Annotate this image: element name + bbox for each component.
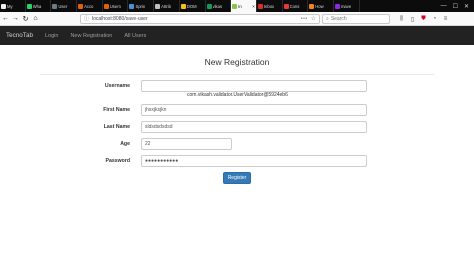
- tab-title: How: [315, 3, 324, 9]
- browser-tab[interactable]: Acco: [77, 0, 103, 12]
- tab-title: DOM: [186, 3, 197, 9]
- brand-logo[interactable]: TecnoTab: [6, 32, 33, 39]
- maximize-icon[interactable]: ☐: [453, 3, 458, 10]
- tab-favicon-icon: [26, 3, 32, 9]
- tab-title: Attrib: [161, 3, 171, 9]
- browser-tab[interactable]: Wha: [26, 0, 52, 12]
- minimize-icon[interactable]: —: [441, 3, 447, 9]
- tab-favicon-icon: [283, 3, 289, 9]
- tab-favicon-icon: [1, 3, 6, 9]
- close-window-icon[interactable]: ✕: [464, 3, 469, 10]
- reload-icon[interactable]: ↻: [21, 15, 30, 23]
- tab-title: Sprin: [135, 3, 146, 9]
- browser-tab[interactable]: Inbox: [257, 0, 283, 12]
- password-field[interactable]: [141, 155, 367, 167]
- browser-tab[interactable]: User: [51, 0, 78, 12]
- first-name-field[interactable]: [141, 104, 367, 116]
- tab-favicon-icon: [232, 3, 238, 9]
- tab-favicon-icon: [103, 3, 109, 9]
- tab-active[interactable]: In ×: [231, 0, 257, 12]
- browser-tab-strip: My Wha User Acco Usern Sprin Attrib DOM vikas In ×…: [0, 0, 474, 12]
- browser-tab[interactable]: Sprin: [128, 0, 155, 12]
- nav-link-new-registration[interactable]: New Registration: [70, 33, 112, 39]
- sidebar-icon[interactable]: ▯: [409, 16, 416, 23]
- username-field[interactable]: [141, 80, 367, 92]
- tab-close-icon[interactable]: ×: [252, 4, 255, 9]
- browser-tab[interactable]: DOM: [180, 0, 206, 12]
- title-divider: [40, 74, 434, 75]
- tab-title: vikas: [212, 3, 223, 9]
- app-navbar: TecnoTab Login New Registration All User…: [0, 26, 474, 45]
- toolbar-icons: ⫼ ▯ ⛊ ◔ ≡: [398, 12, 449, 26]
- bookmark-star-icon[interactable]: ☆: [311, 15, 316, 22]
- window-controls: — ☐ ✕: [436, 0, 474, 12]
- validation-error-message: com.vikash.validator.UserValidator@5924e…: [187, 92, 288, 98]
- tab-favicon-icon: [78, 3, 84, 9]
- tab-title: Cons: [289, 3, 300, 9]
- tab-favicon-icon: [309, 3, 315, 9]
- tab-title: Usern: [109, 3, 121, 9]
- tab-title: Wha: [32, 3, 42, 9]
- age-field[interactable]: [141, 138, 232, 150]
- browser-toolbar: ← → ↻ ⌂ ⓘ localhost:8080/save-user ••• ☆…: [0, 12, 474, 26]
- info-icon[interactable]: ⓘ: [84, 15, 89, 22]
- age-label: Age: [120, 141, 130, 147]
- extension-icon[interactable]: ◔: [431, 16, 438, 22]
- tab-favicon-icon: [257, 3, 263, 9]
- first-name-label: First Name: [103, 107, 130, 113]
- last-name-field[interactable]: [141, 121, 367, 133]
- password-label: Password: [105, 158, 130, 164]
- tab-favicon-icon: [129, 3, 135, 9]
- browser-tab[interactable]: mave: [334, 0, 360, 12]
- tab-title: User: [58, 3, 68, 9]
- library-icon[interactable]: ⫼: [398, 16, 405, 23]
- tab-title: Acco: [84, 3, 94, 9]
- tab-title: In: [238, 3, 242, 9]
- page-title: New Registration: [204, 57, 270, 67]
- page-actions-icon[interactable]: •••: [301, 16, 308, 22]
- browser-tab[interactable]: Cons: [283, 0, 309, 12]
- nav-link-login[interactable]: Login: [45, 33, 58, 39]
- tab-favicon-icon: [52, 3, 58, 9]
- search-input[interactable]: [330, 15, 381, 22]
- tab-title: My: [7, 3, 13, 9]
- search-box[interactable]: ⌕: [322, 13, 390, 24]
- browser-tab[interactable]: Usern: [103, 0, 129, 12]
- tab-favicon-icon: [155, 3, 161, 9]
- browser-tab[interactable]: How: [308, 0, 334, 12]
- browser-tab[interactable]: My: [0, 0, 26, 12]
- home-icon[interactable]: ⌂: [31, 15, 40, 22]
- tab-favicon-icon: [180, 3, 186, 9]
- tab-favicon-icon: [334, 3, 340, 9]
- search-icon: ⌕: [326, 15, 329, 22]
- back-icon[interactable]: ←: [1, 15, 10, 22]
- username-label: Username: [104, 83, 130, 89]
- browser-tab[interactable]: vikas: [206, 0, 232, 12]
- tab-title: mave: [340, 3, 352, 9]
- last-name-label: Last Name: [103, 124, 130, 130]
- nav-link-all-users[interactable]: All Users: [124, 33, 146, 39]
- url-bar[interactable]: ⓘ localhost:8080/save-user ••• ☆: [80, 13, 320, 24]
- register-button[interactable]: Register: [223, 172, 251, 184]
- browser-tab[interactable]: Attrib: [154, 0, 180, 12]
- forward-icon[interactable]: →: [11, 15, 20, 22]
- tab-list: My Wha User Acco Usern Sprin Attrib DOM vikas In ×…: [0, 0, 436, 12]
- tab-title: Inbox: [263, 3, 275, 9]
- tab-favicon-icon: [206, 3, 212, 9]
- ublock-icon[interactable]: ⛊: [420, 16, 427, 23]
- menu-icon[interactable]: ≡: [442, 16, 449, 22]
- url-text[interactable]: localhost:8080/save-user: [92, 16, 301, 22]
